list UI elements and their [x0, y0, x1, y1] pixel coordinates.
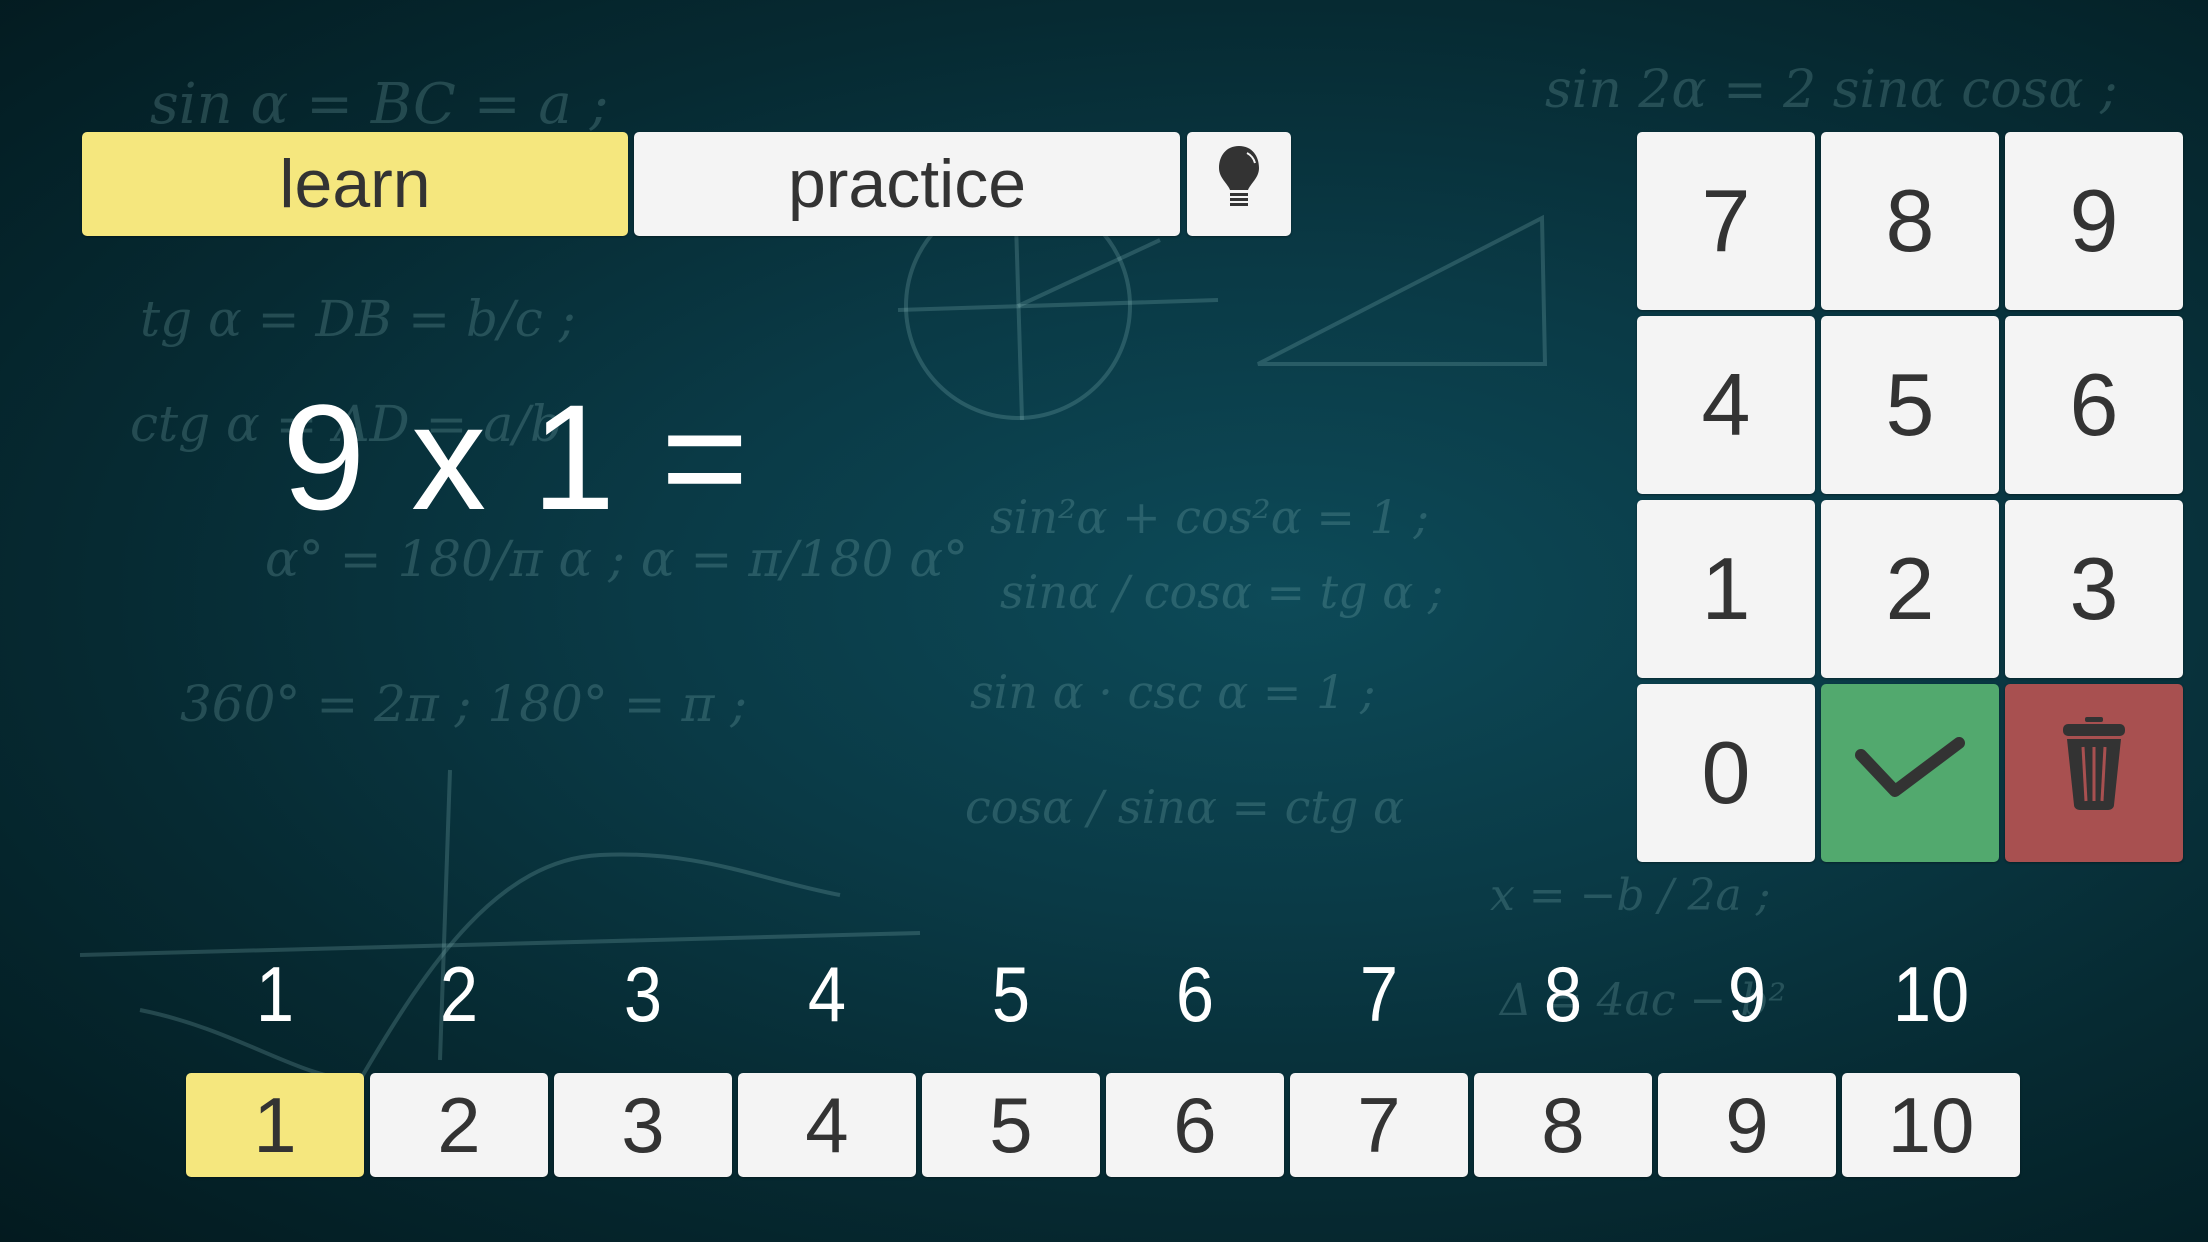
- table-button-6[interactable]: 6: [1106, 1073, 1284, 1177]
- chalk-formula: sin 2α = 2 sinα cosα ;: [1545, 60, 2118, 120]
- table-button-4[interactable]: 4: [738, 1073, 916, 1177]
- table-button-label: 3: [621, 1080, 665, 1169]
- key-4[interactable]: 4: [1637, 316, 1815, 494]
- chalk-formula: cosα / sinα = ctg α: [965, 780, 1405, 834]
- key-9[interactable]: 9: [2005, 132, 2183, 310]
- delete-button[interactable]: [2005, 684, 2183, 862]
- table-button-label: 1: [253, 1080, 297, 1169]
- practice-tab[interactable]: practice: [634, 132, 1180, 236]
- table-button-5[interactable]: 5: [922, 1073, 1100, 1177]
- chalk-formula: x = −b / 2a ;: [1490, 870, 1771, 921]
- chalk-formula: 360° = 2π ; 180° = π ;: [180, 675, 748, 733]
- chalk-line: [897, 298, 1219, 312]
- table-label: 6: [1175, 950, 1215, 1038]
- table-button-label: 2: [437, 1080, 481, 1169]
- key-label: 0: [1701, 723, 1751, 822]
- chalk-axis: [79, 931, 921, 957]
- key-label: 9: [2069, 171, 2119, 270]
- table-label: 2: [439, 950, 479, 1038]
- key-5[interactable]: 5: [1821, 316, 1999, 494]
- table-button-label: 7: [1357, 1080, 1401, 1169]
- key-label: 2: [1885, 539, 1935, 638]
- table-button-10[interactable]: 10: [1842, 1073, 2020, 1177]
- key-label: 8: [1885, 171, 1935, 270]
- question-equation: 9 x 1 =: [282, 373, 751, 541]
- hint-button[interactable]: [1187, 132, 1291, 236]
- key-7[interactable]: 7: [1637, 132, 1815, 310]
- chalk-formula: sinα / cosα = tg α ;: [1000, 565, 1444, 619]
- table-button-label: 10: [1887, 1080, 1975, 1169]
- key-6[interactable]: 6: [2005, 316, 2183, 494]
- learn-tab[interactable]: learn: [82, 132, 628, 236]
- key-label: 3: [2069, 539, 2119, 638]
- chalk-triangle: [1257, 214, 1548, 366]
- table-label: 3: [623, 950, 663, 1038]
- key-1[interactable]: 1: [1637, 500, 1815, 678]
- key-label: 1: [1701, 539, 1751, 638]
- trash-icon: [2059, 715, 2129, 832]
- table-button-label: 5: [989, 1080, 1033, 1169]
- key-8[interactable]: 8: [1821, 132, 1999, 310]
- check-icon: [1855, 722, 1965, 824]
- table-button-7[interactable]: 7: [1290, 1073, 1468, 1177]
- key-label: 6: [2069, 355, 2119, 454]
- table-label: 4: [807, 950, 847, 1038]
- table-label: 8: [1543, 950, 1583, 1038]
- key-label: 4: [1701, 355, 1751, 454]
- table-button-label: 4: [805, 1080, 849, 1169]
- table-button-label: 8: [1541, 1080, 1585, 1169]
- chalk-formula: sin²α + cos²α = 1 ;: [990, 490, 1429, 544]
- practice-tab-label: practice: [787, 146, 1027, 222]
- chalk-line: [1017, 238, 1161, 308]
- table-button-3[interactable]: 3: [554, 1073, 732, 1177]
- chalk-formula: tg α = DB = b/c ;: [140, 290, 576, 348]
- key-label: 7: [1701, 171, 1751, 270]
- table-button-1[interactable]: 1: [186, 1073, 364, 1177]
- key-2[interactable]: 2: [1821, 500, 1999, 678]
- chalk-formula: sin α · csc α = 1 ;: [970, 665, 1376, 719]
- table-label: 5: [991, 950, 1031, 1038]
- table-label: 10: [1892, 950, 1970, 1038]
- table-button-8[interactable]: 8: [1474, 1073, 1652, 1177]
- table-label: 7: [1359, 950, 1399, 1038]
- table-button-label: 6: [1173, 1080, 1217, 1169]
- key-label: 5: [1885, 355, 1935, 454]
- table-button-9[interactable]: 9: [1658, 1073, 1836, 1177]
- key-3[interactable]: 3: [2005, 500, 2183, 678]
- table-label: 1: [255, 950, 295, 1038]
- table-button-label: 9: [1725, 1080, 1769, 1169]
- table-label: 9: [1727, 950, 1767, 1038]
- chalk-formula: sin α = BC = a ;: [150, 72, 609, 137]
- table-button-2[interactable]: 2: [370, 1073, 548, 1177]
- confirm-button[interactable]: [1821, 684, 1999, 862]
- learn-tab-label: learn: [279, 146, 431, 222]
- key-0[interactable]: 0: [1637, 684, 1815, 862]
- lightbulb-icon: [1216, 144, 1262, 224]
